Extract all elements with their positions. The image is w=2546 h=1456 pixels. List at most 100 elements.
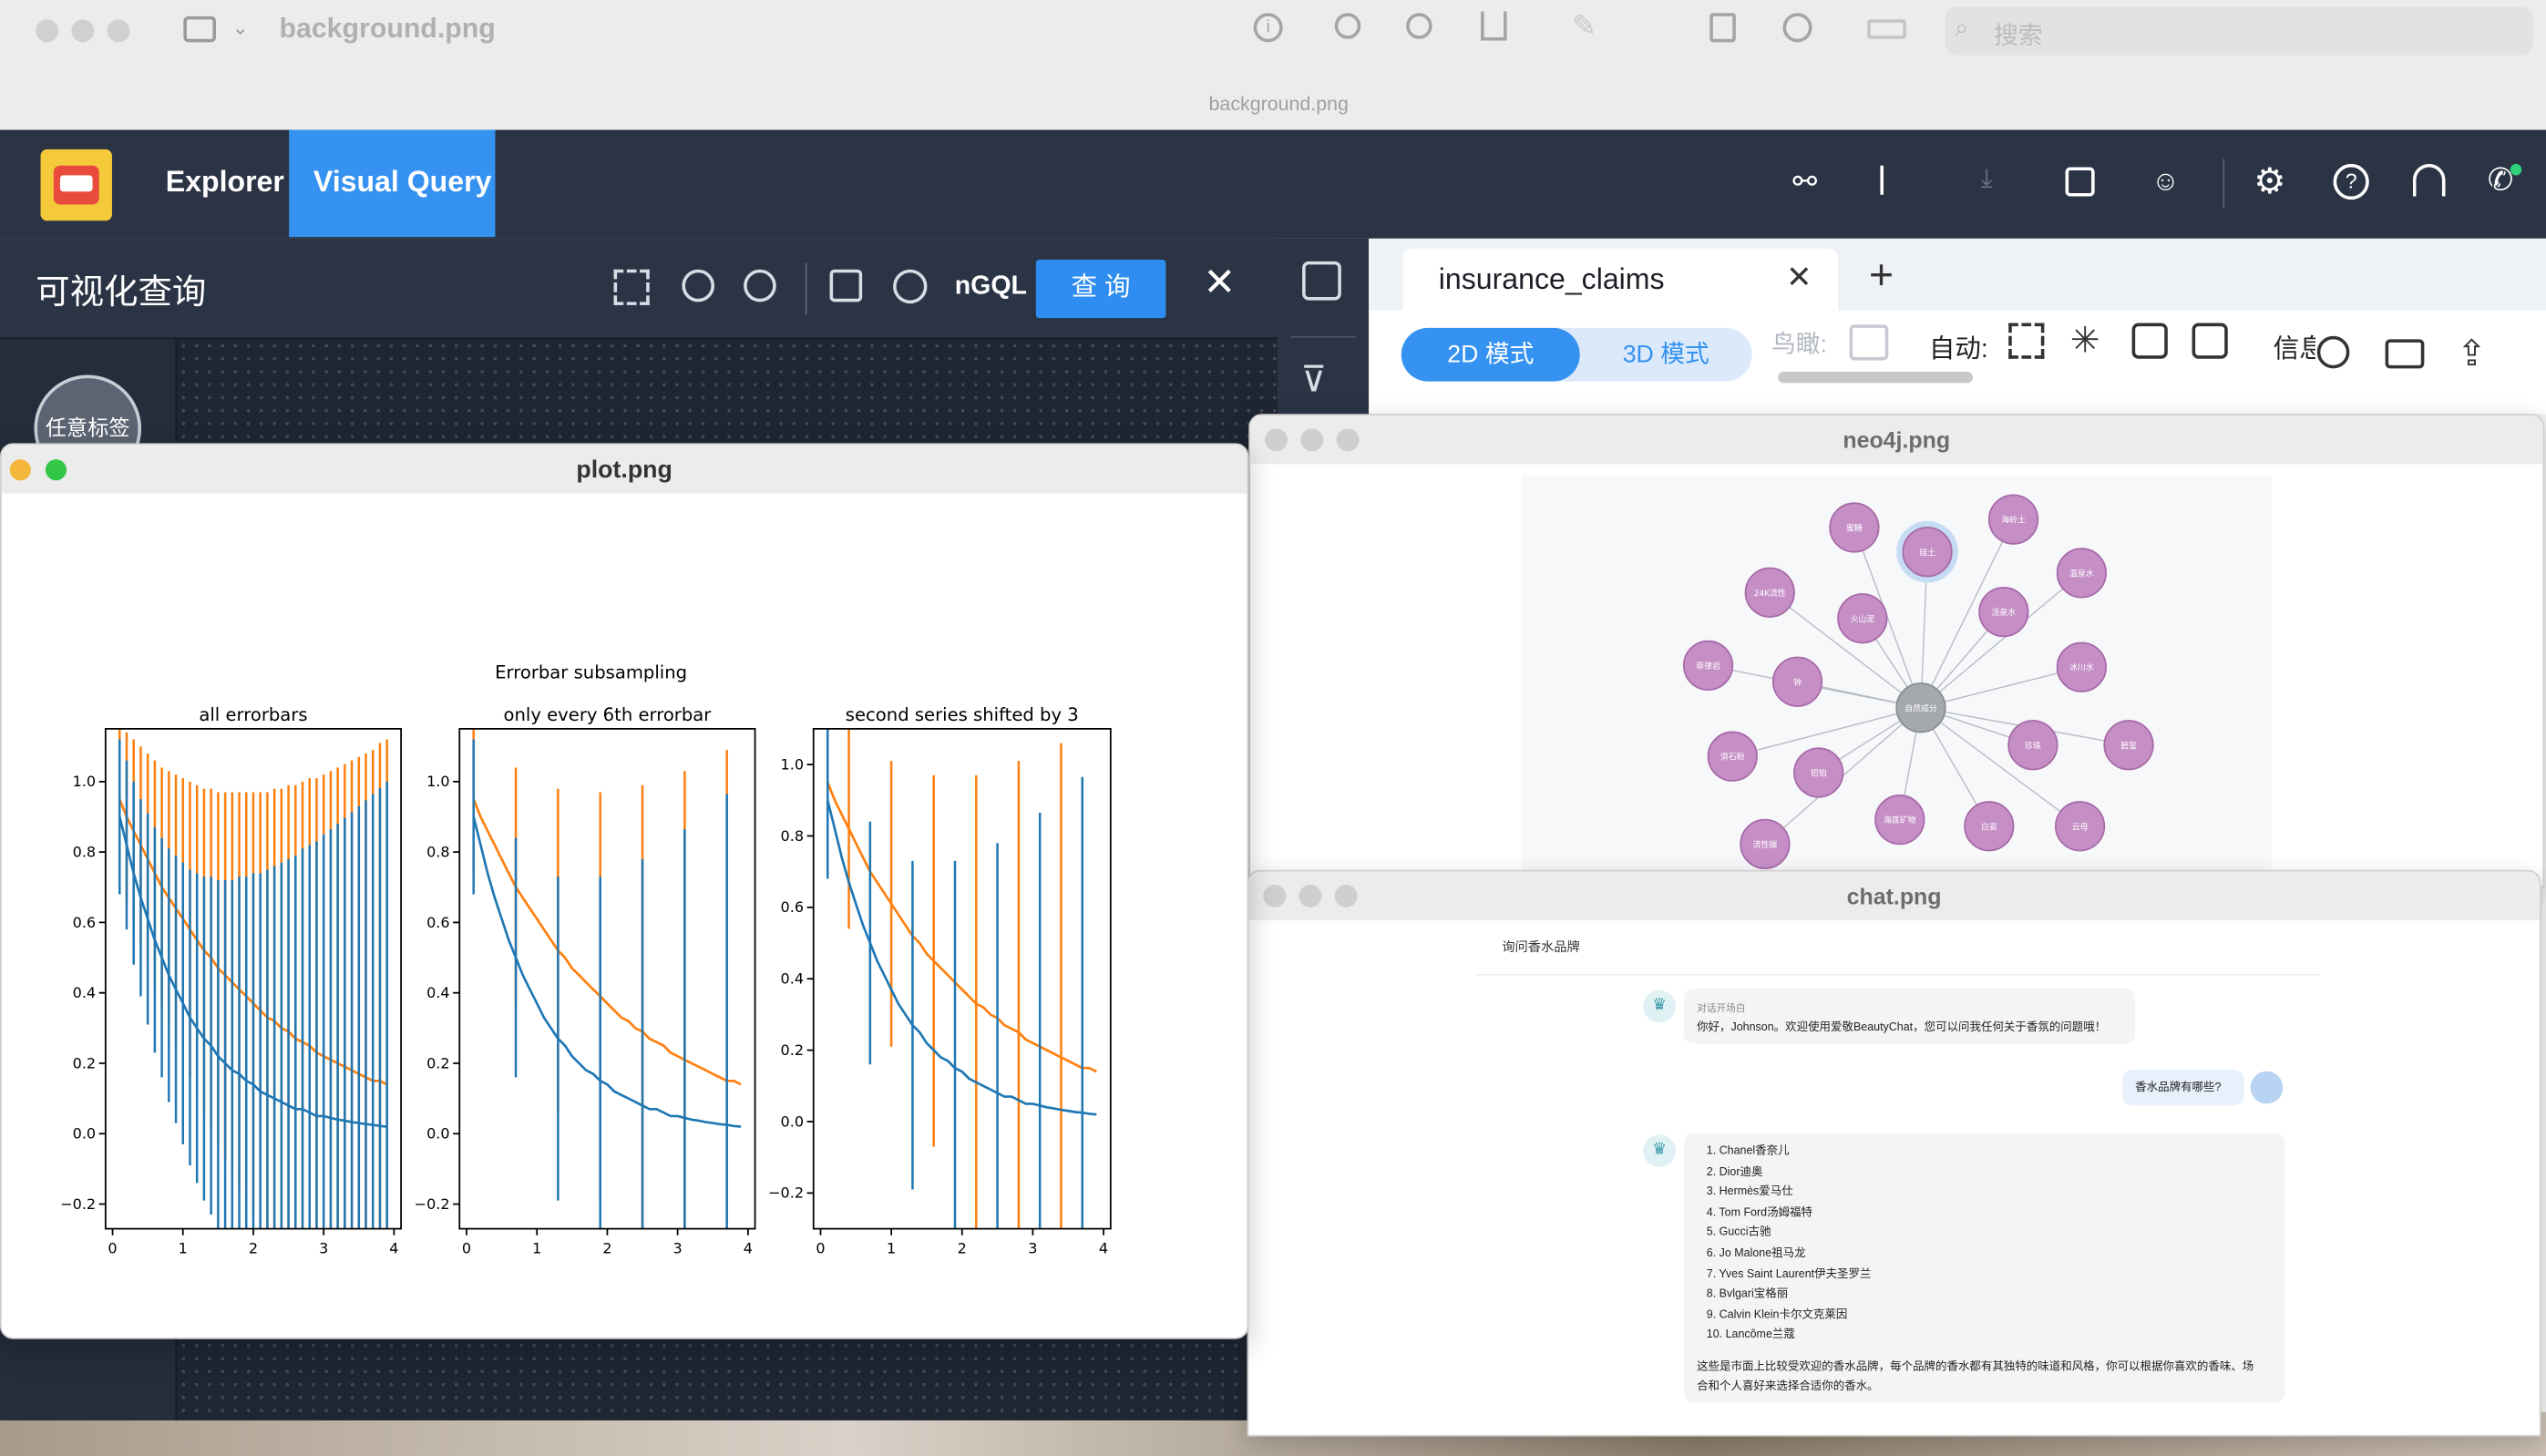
history-icon[interactable] <box>893 269 928 304</box>
answer-summary-line-2: 合和个人喜好来选择合适你的香水。 <box>1697 1381 1879 1393</box>
export-icon[interactable]: ⇪ <box>2457 333 2487 374</box>
query-button[interactable]: 查 询 <box>1035 260 1166 319</box>
y-tick-label: 0.8 <box>73 843 96 860</box>
graph-node-label: 海底矿物 <box>1884 815 1916 825</box>
console-icon[interactable] <box>2065 167 2095 197</box>
subplot-title: all errorbars <box>199 704 307 725</box>
chat-titlebar: chat.png <box>1248 871 2540 921</box>
save-icon[interactable] <box>829 269 863 302</box>
minimize-button[interactable] <box>71 19 95 43</box>
ai-assistant-icon[interactable]: ☺ <box>2151 166 2180 199</box>
center-node-label: 自然成分 <box>1904 702 1937 713</box>
search-icon[interactable] <box>2316 335 2350 369</box>
info-icon[interactable]: i <box>1253 13 1283 43</box>
fit-view-icon[interactable] <box>2008 323 2045 359</box>
subplot-title: only every 6th errorbar <box>504 704 713 725</box>
brand-list-item: 9. Calvin Klein卡尔文克莱因 <box>1706 1309 1848 1321</box>
ngql-button[interactable]: nGQL <box>955 272 1027 302</box>
brand-list-item: 4. Tom Ford汤姆福特 <box>1706 1207 1812 1219</box>
annotate-icon[interactable] <box>1782 13 1812 43</box>
search-icon: ⌕ <box>1955 15 1969 43</box>
eye-icon[interactable] <box>1849 324 1889 361</box>
x-tick-label: 4 <box>389 1239 398 1256</box>
neo4j-titlebar: neo4j.png <box>1250 415 2543 465</box>
x-tick-label: 0 <box>462 1239 471 1256</box>
filter-icon[interactable]: ⊽ <box>1300 359 1327 401</box>
y-tick-label: 1.0 <box>781 755 804 773</box>
close-button[interactable] <box>36 19 59 43</box>
search-canvas-icon[interactable] <box>1302 261 1341 301</box>
help-icon[interactable]: ? <box>2333 163 2369 200</box>
panel-toolbar: 可视化查询 nGQL 查 询 ✕ <box>0 238 1278 340</box>
search-field[interactable]: ⌕ 搜索 <box>1945 6 2533 56</box>
y-tick-label: 0.0 <box>426 1125 449 1143</box>
tab-close-icon[interactable]: ✕ <box>1786 260 1812 297</box>
mode-3d-button[interactable]: 3D 模式 <box>1580 328 1752 382</box>
plot-window-title: plot.png <box>576 456 672 484</box>
layout-icon[interactable] <box>2131 323 2168 359</box>
greeting-text: 你好，Johnson。欢迎使用爱敬BeautyChat，您可以问我任何关于香氛的… <box>1697 1022 2107 1034</box>
app-logo[interactable] <box>40 149 112 221</box>
select-icon[interactable] <box>613 269 650 305</box>
panel-title: 可视化查询 <box>36 274 207 313</box>
auto-label: 自动: <box>1928 335 1988 364</box>
nav-visual-query[interactable]: Visual Query <box>289 129 496 238</box>
camera-icon[interactable] <box>2385 339 2425 369</box>
signature-icon[interactable] <box>1867 19 1906 39</box>
layout-alt-icon[interactable] <box>2192 323 2228 359</box>
x-tick-label: 3 <box>1028 1239 1037 1256</box>
graph-node-label: 白瓷 <box>1981 821 1997 832</box>
errorbar-chart: Errorbar subsampling all errorbars 0 1 2 3 4 −0… <box>60 662 1112 1256</box>
chevron-down-icon[interactable]: ⌄ <box>232 16 249 39</box>
y-tick-label: 0.8 <box>781 827 804 845</box>
info-label: 信息 <box>2273 335 2315 364</box>
mode-2d-button[interactable]: 2D 模式 <box>1401 327 1580 382</box>
strip-divider <box>1290 335 1356 338</box>
y-tick-label: 0.2 <box>73 1054 96 1071</box>
schema-icon[interactable] <box>1880 165 1906 195</box>
zoom-in-icon[interactable] <box>682 269 715 302</box>
brand-list-item: 2. Dior迪奥 <box>1706 1166 1763 1178</box>
graph-node-label: 碧玺 <box>2120 740 2137 751</box>
zoom-out-icon[interactable] <box>744 269 776 302</box>
sidebar-toggle-icon[interactable] <box>183 15 216 43</box>
add-tab-icon[interactable]: + <box>1869 250 1894 300</box>
x-tick-label: 4 <box>744 1239 753 1256</box>
bot-tag: 对话开场白 <box>1697 1004 1746 1015</box>
close-icon[interactable]: ✕ <box>1203 260 1236 307</box>
neo4j-graph: 蜜糖硅土 海岭土 24K流性火山泥 活泉水 温泉水菲律岩钟 冰川水滑石粉铝铂 珍珠 碧玺流性碳… <box>1682 494 2154 869</box>
share-icon[interactable] <box>1481 11 1507 41</box>
series-a-line <box>826 799 1097 1116</box>
import-icon[interactable]: ⤓ <box>1981 166 1993 195</box>
graph-icon[interactable]: ⚯ <box>1792 166 1817 200</box>
window-title: background.png <box>279 13 496 45</box>
zoom-in-icon[interactable] <box>1406 13 1432 39</box>
y-tick-label: 0.6 <box>426 914 449 931</box>
markup-icon[interactable]: ✎ <box>1572 10 1596 44</box>
y-tick-label: 1.0 <box>73 773 96 790</box>
graph-node-label: 铝铂 <box>1811 768 1827 779</box>
brand-list-item: 6. Jo Malone祖马龙 <box>1706 1247 1806 1260</box>
series-b-line <box>472 798 742 1086</box>
headset-icon[interactable] <box>2412 163 2446 197</box>
settings-gear-icon[interactable]: ⚙ <box>2253 160 2285 202</box>
graph-node-label: 蜜糖 <box>1846 523 1863 534</box>
graph-node-label: 温泉水 <box>2069 568 2094 579</box>
tab-insurance-claims[interactable]: insurance_claims ✕ <box>1402 248 1839 311</box>
header-divider <box>2223 159 2225 209</box>
zoom-out-icon[interactable] <box>1334 13 1361 39</box>
zoom-button[interactable] <box>107 19 130 43</box>
graph-node-label: 滑石粉 <box>1720 752 1745 763</box>
toolbar-divider <box>805 262 807 315</box>
y-tick-label: −0.2 <box>415 1195 450 1213</box>
graph-node-label: 云母 <box>2072 822 2089 832</box>
horizontal-scrollbar[interactable] <box>1778 371 1973 384</box>
rotate-icon[interactable] <box>1709 13 1736 43</box>
chat-window: chat.png 询问香水品牌 ♛ 对话开场白 你好，Johnson。欢迎使用爱… <box>1247 869 2541 1437</box>
chat-window-title: chat.png <box>1846 883 1942 909</box>
connection-status-dot <box>2510 163 2522 176</box>
expand-icon[interactable]: ✳ <box>2070 320 2100 362</box>
nav-explorer[interactable]: Explorer <box>166 166 284 200</box>
subplot-title: second series shifted by 3 <box>846 704 1079 725</box>
graph-node-label: 钟 <box>1793 677 1802 688</box>
